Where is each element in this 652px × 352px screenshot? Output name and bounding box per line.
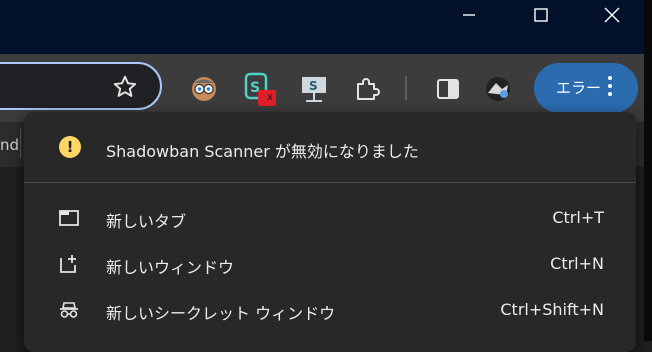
minimize-icon (463, 14, 475, 16)
puzzle-icon[interactable] (353, 75, 381, 103)
menu-item-new-incognito-window[interactable]: 新しいシークレット ウィンドウ Ctrl+Shift+N (24, 288, 636, 332)
background-window-edge (644, 0, 652, 341)
menu-item-new-window[interactable]: 新しいウィンドウ Ctrl+N (24, 242, 636, 286)
window-titlebar (0, 0, 652, 54)
extension-error-badge: x (267, 92, 273, 103)
minimize-button[interactable] (446, 0, 492, 30)
notice-text: Shadowban Scanner が無効になりました (106, 142, 419, 161)
star-icon[interactable] (112, 74, 138, 100)
svg-text:S: S (309, 79, 318, 93)
menu-item-label: 新しいタブ (106, 212, 187, 231)
face-extension-icon[interactable] (190, 75, 218, 103)
menu-item-shortcut: Ctrl+Shift+N (500, 300, 604, 319)
new-window-icon (60, 255, 76, 273)
menu-item-new-tab[interactable]: 新しいタブ Ctrl+T (24, 196, 636, 240)
incognito-icon (60, 302, 78, 318)
profile-avatar[interactable] (484, 75, 512, 103)
warning-icon: ! (59, 136, 81, 158)
menu-item-shortcut: Ctrl+N (550, 254, 604, 273)
bookmark-item[interactable]: nd (0, 136, 19, 154)
error-menu-button[interactable]: エラー (534, 63, 638, 113)
extension-disabled-notice[interactable]: ! Shadowban Scanner が無効になりました (24, 112, 636, 182)
close-window-button[interactable] (589, 0, 635, 30)
more-vert-icon (608, 76, 614, 100)
s-extension-icon[interactable]: S (300, 75, 330, 103)
menu-item-label: 新しいシークレット ウィンドウ (106, 304, 336, 323)
side-panel-icon[interactable] (434, 75, 462, 103)
browser-menu: ! Shadowban Scanner が無効になりました 新しいタブ Ctrl… (24, 112, 636, 352)
bookmark-separator (20, 128, 21, 158)
address-bar[interactable] (0, 62, 162, 110)
error-button-label: エラー (556, 79, 602, 97)
menu-item-shortcut: Ctrl+T (552, 208, 604, 227)
toolbar-separator (405, 76, 407, 100)
menu-divider (24, 182, 636, 183)
menu-item-label: 新しいウィンドウ (106, 258, 235, 277)
maximize-button[interactable] (518, 0, 564, 30)
close-icon (604, 7, 620, 23)
new-tab-icon (59, 210, 79, 226)
maximize-icon (534, 8, 548, 22)
